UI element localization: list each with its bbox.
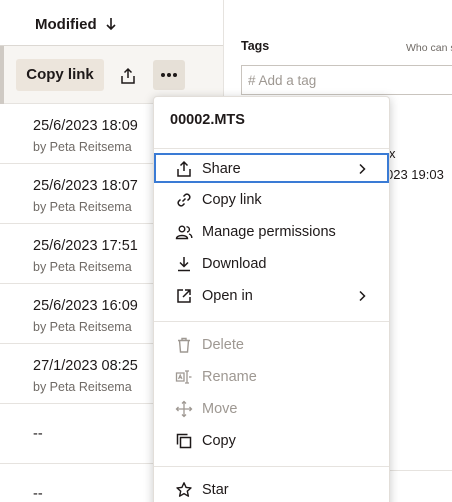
modified-column-header[interactable]: Modified [0, 0, 223, 46]
modified-column-label: Modified [35, 16, 97, 33]
link-icon [177, 193, 191, 207]
modified-empty: -- [33, 486, 43, 502]
menu-file-name: 00002.MTS [170, 112, 245, 128]
tags-heading: Tags [241, 39, 270, 53]
menu-item-label: Open in [202, 288, 253, 304]
modified-date: 27/1/2023 08:25 [33, 358, 138, 374]
modified-by: by Peta Reitsema [33, 380, 132, 394]
modified-by: by Peta Reitsema [33, 320, 132, 334]
menu-item-label: Rename [202, 369, 257, 385]
selection-indicator [0, 46, 4, 104]
modified-by: by Peta Reitsema [33, 200, 132, 214]
download-icon [178, 257, 190, 272]
more-actions-button[interactable] [153, 60, 185, 90]
details-modified-fragment: 023 19:03 [386, 167, 444, 182]
modified-empty: -- [33, 426, 43, 442]
divider [154, 148, 389, 149]
menu-item-copy-link[interactable]: Copy link [155, 185, 388, 215]
star-icon [176, 482, 192, 497]
menu-item-delete[interactable]: Delete [155, 330, 388, 360]
file-context-menu: 00002.MTS Share Copy link Manage permiss… [153, 96, 390, 502]
sort-descending-icon [106, 18, 116, 31]
chevron-right-icon [359, 290, 366, 302]
menu-item-label: Copy [202, 433, 236, 449]
trash-icon [178, 337, 190, 353]
menu-item-label: Manage permissions [202, 224, 336, 240]
share-icon [121, 67, 135, 84]
divider [154, 321, 389, 322]
menu-item-label: Move [202, 401, 238, 417]
more-dot [161, 73, 165, 77]
menu-item-label: Star [202, 482, 229, 498]
menu-item-label: Share [202, 161, 241, 177]
copy-icon [176, 433, 192, 449]
who-can-access-label: Who can s [406, 42, 452, 54]
menu-item-open-in[interactable]: Open in [155, 281, 388, 311]
modified-date: 25/6/2023 17:51 [33, 238, 138, 254]
share-icon [177, 160, 191, 177]
menu-item-label: Download [202, 256, 267, 272]
menu-item-label: Copy link [202, 192, 262, 208]
more-dot [167, 73, 171, 77]
menu-item-manage-permissions[interactable]: Manage permissions [155, 217, 388, 247]
modified-by: by Peta Reitsema [33, 140, 132, 154]
rename-icon [175, 370, 192, 384]
more-dot [173, 73, 177, 77]
copy-link-button[interactable]: Copy link [16, 59, 104, 91]
divider [154, 466, 389, 467]
share-row-button[interactable] [118, 66, 138, 86]
menu-item-rename[interactable]: Rename [155, 362, 388, 392]
modified-date: 25/6/2023 18:09 [33, 118, 138, 134]
people-icon [175, 225, 193, 240]
modified-date: 25/6/2023 18:07 [33, 178, 138, 194]
menu-item-download[interactable]: Download [155, 249, 388, 279]
open-in-icon [177, 289, 191, 303]
menu-item-move[interactable]: Move [155, 394, 388, 424]
move-icon [175, 400, 193, 418]
menu-item-label: Delete [202, 337, 244, 353]
menu-item-share[interactable]: Share [154, 153, 389, 183]
chevron-right-icon [359, 163, 366, 175]
menu-item-star[interactable]: Star [155, 475, 388, 502]
menu-item-copy[interactable]: Copy [155, 426, 388, 456]
add-tag-input[interactable] [241, 65, 452, 95]
modified-by: by Peta Reitsema [33, 260, 132, 274]
divider [385, 470, 452, 471]
modified-date: 25/6/2023 16:09 [33, 298, 138, 314]
